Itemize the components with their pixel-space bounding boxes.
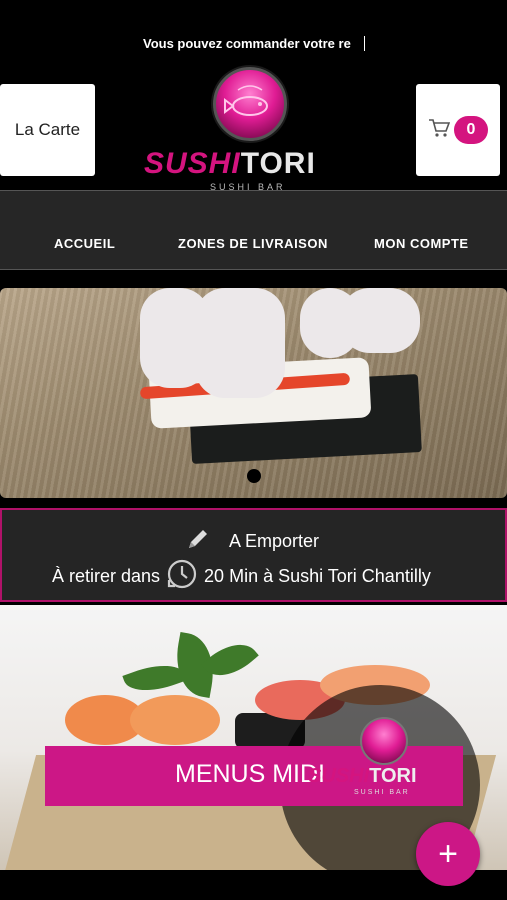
logo-wordmark: SUSHITORI xyxy=(144,147,316,180)
pickup-detail: 20 Min à Sushi Tori Chantilly xyxy=(204,566,431,586)
order-mode-panel[interactable]: A Emporter À retirer dans 20 Min à Sushi… xyxy=(0,508,507,602)
hero-carousel[interactable] xyxy=(0,288,507,498)
logo-fish-emblem xyxy=(213,67,287,141)
pencil-icon xyxy=(185,526,211,557)
info-ticker: Vous pouvez commander votre re xyxy=(0,30,507,58)
carousel-indicator-dot[interactable] xyxy=(247,469,261,483)
overlay-brand-logo: SUSHITORI SUSHI BAR xyxy=(308,713,458,803)
order-mode-row: A Emporter xyxy=(185,526,319,557)
clock-icon xyxy=(166,558,198,595)
nav-item-zones-livraison[interactable]: ZONES DE LIVRAISON xyxy=(178,236,328,251)
cart-button[interactable]: 0 xyxy=(416,84,500,176)
brand-logo: SUSHITORI SUSHI BAR xyxy=(140,65,368,192)
ticker-text: Vous pouvez commander votre re xyxy=(143,36,365,51)
order-mode-label: A Emporter xyxy=(229,531,320,551)
nav-item-accueil[interactable]: ACCUEIL xyxy=(54,236,115,251)
main-nav: ACCUEIL ZONES DE LIVRAISON MON COMPTE xyxy=(0,190,507,270)
add-button[interactable]: + xyxy=(416,822,480,886)
header: La Carte SUSHITORI SUSHI BAR 0 xyxy=(0,60,507,192)
plus-icon: + xyxy=(438,834,458,873)
cart-count-badge: 0 xyxy=(454,116,488,144)
pickup-prefix: À retirer dans xyxy=(52,566,161,586)
cart-icon xyxy=(428,118,451,143)
menus-midi-label: MENUS MIDI xyxy=(175,760,325,788)
pickup-row: À retirer dans 20 Min à Sushi Tori Chant… xyxy=(52,558,431,595)
menu-card-button[interactable]: La Carte xyxy=(0,84,95,176)
nav-item-mon-compte[interactable]: MON COMPTE xyxy=(374,236,469,251)
menu-card-label: La Carte xyxy=(14,120,81,139)
